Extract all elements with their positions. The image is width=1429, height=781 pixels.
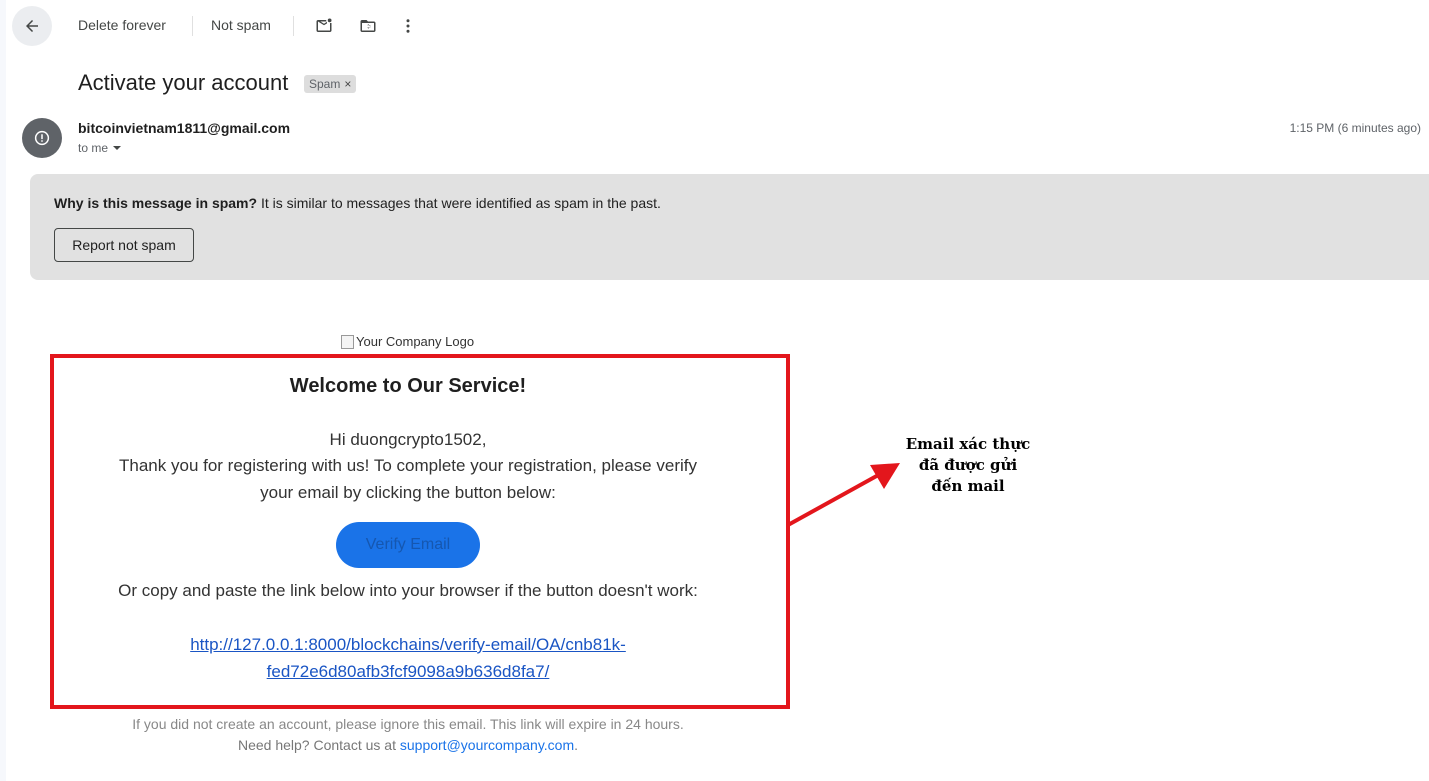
more-vert-icon xyxy=(406,19,410,33)
alert-circle-icon xyxy=(34,130,50,146)
support-email-link[interactable]: support@yourcompany.com xyxy=(400,737,574,753)
spam-question: Why is this message in spam? xyxy=(54,195,258,211)
spam-reason: It is similar to messages that were iden… xyxy=(257,195,661,211)
left-edge xyxy=(0,0,6,781)
delete-forever-button[interactable]: Delete forever xyxy=(78,17,166,33)
alternative-instructions: Or copy and paste the link below into yo… xyxy=(118,581,698,600)
annotation-line-3: đến mail xyxy=(931,477,1005,495)
broken-image-icon xyxy=(341,334,354,349)
move-to-button[interactable] xyxy=(356,14,380,38)
annotation-line-2: đã được gửi xyxy=(918,456,1018,474)
move-to-folder-icon xyxy=(360,20,376,32)
sender-email: bitcoinvietnam1811@gmail.com xyxy=(78,120,291,136)
greeting-text: Hi duongcrypto1502, xyxy=(329,430,487,449)
body-text: Thank you for registering with us! To co… xyxy=(119,456,697,502)
footer-help-text: Need help? Contact us at xyxy=(237,737,400,753)
caret-down-icon xyxy=(113,146,122,150)
mark-unread-button[interactable] xyxy=(312,14,336,38)
recipient-label: to me xyxy=(78,141,109,155)
mark-unread-icon xyxy=(316,18,332,32)
recipient-details[interactable]: to me xyxy=(78,141,122,155)
spam-label: Spam × xyxy=(304,75,357,93)
footer-disclaimer: If you did not create an account, please… xyxy=(132,716,684,732)
verification-link[interactable]: http://127.0.0.1:8000/blockchains/verify… xyxy=(108,631,708,685)
footer-period: . xyxy=(574,737,579,753)
sender-avatar xyxy=(22,118,62,158)
annotation-line-1: Email xác thực xyxy=(905,435,1031,453)
footer-help: Need help? Contact us at support@yourcom… xyxy=(108,737,708,753)
email-timestamp: 1:15 PM (6 minutes ago) xyxy=(1289,121,1421,135)
company-logo: Your Company Logo xyxy=(341,334,474,349)
not-spam-button[interactable]: Not spam xyxy=(211,17,271,33)
toolbar: Delete forever Not spam xyxy=(0,0,1429,52)
spam-explanation: Why is this message in spam? It is simil… xyxy=(54,195,661,211)
toolbar-divider xyxy=(192,16,193,36)
email-subject: Activate your account xyxy=(78,70,289,95)
back-button[interactable] xyxy=(12,6,52,46)
annotation-text: Email xác thực đã được gửi đến mail xyxy=(890,434,1046,497)
verify-email-button[interactable]: Verify Email xyxy=(336,522,480,568)
spam-warning-banner: Why is this message in spam? It is simil… xyxy=(30,174,1429,280)
report-not-spam-button[interactable]: Report not spam xyxy=(54,228,194,262)
arrow-left-icon xyxy=(26,20,38,32)
toolbar-divider xyxy=(293,16,294,36)
more-options-button[interactable] xyxy=(396,14,420,38)
remove-label-icon[interactable]: × xyxy=(344,77,351,91)
email-body: Welcome to Our Service! Hi duongcrypto15… xyxy=(108,354,708,709)
spam-label-text: Spam xyxy=(309,77,341,91)
logo-alt-text: Your Company Logo xyxy=(356,334,475,349)
welcome-heading: Welcome to Our Service! xyxy=(289,375,527,397)
